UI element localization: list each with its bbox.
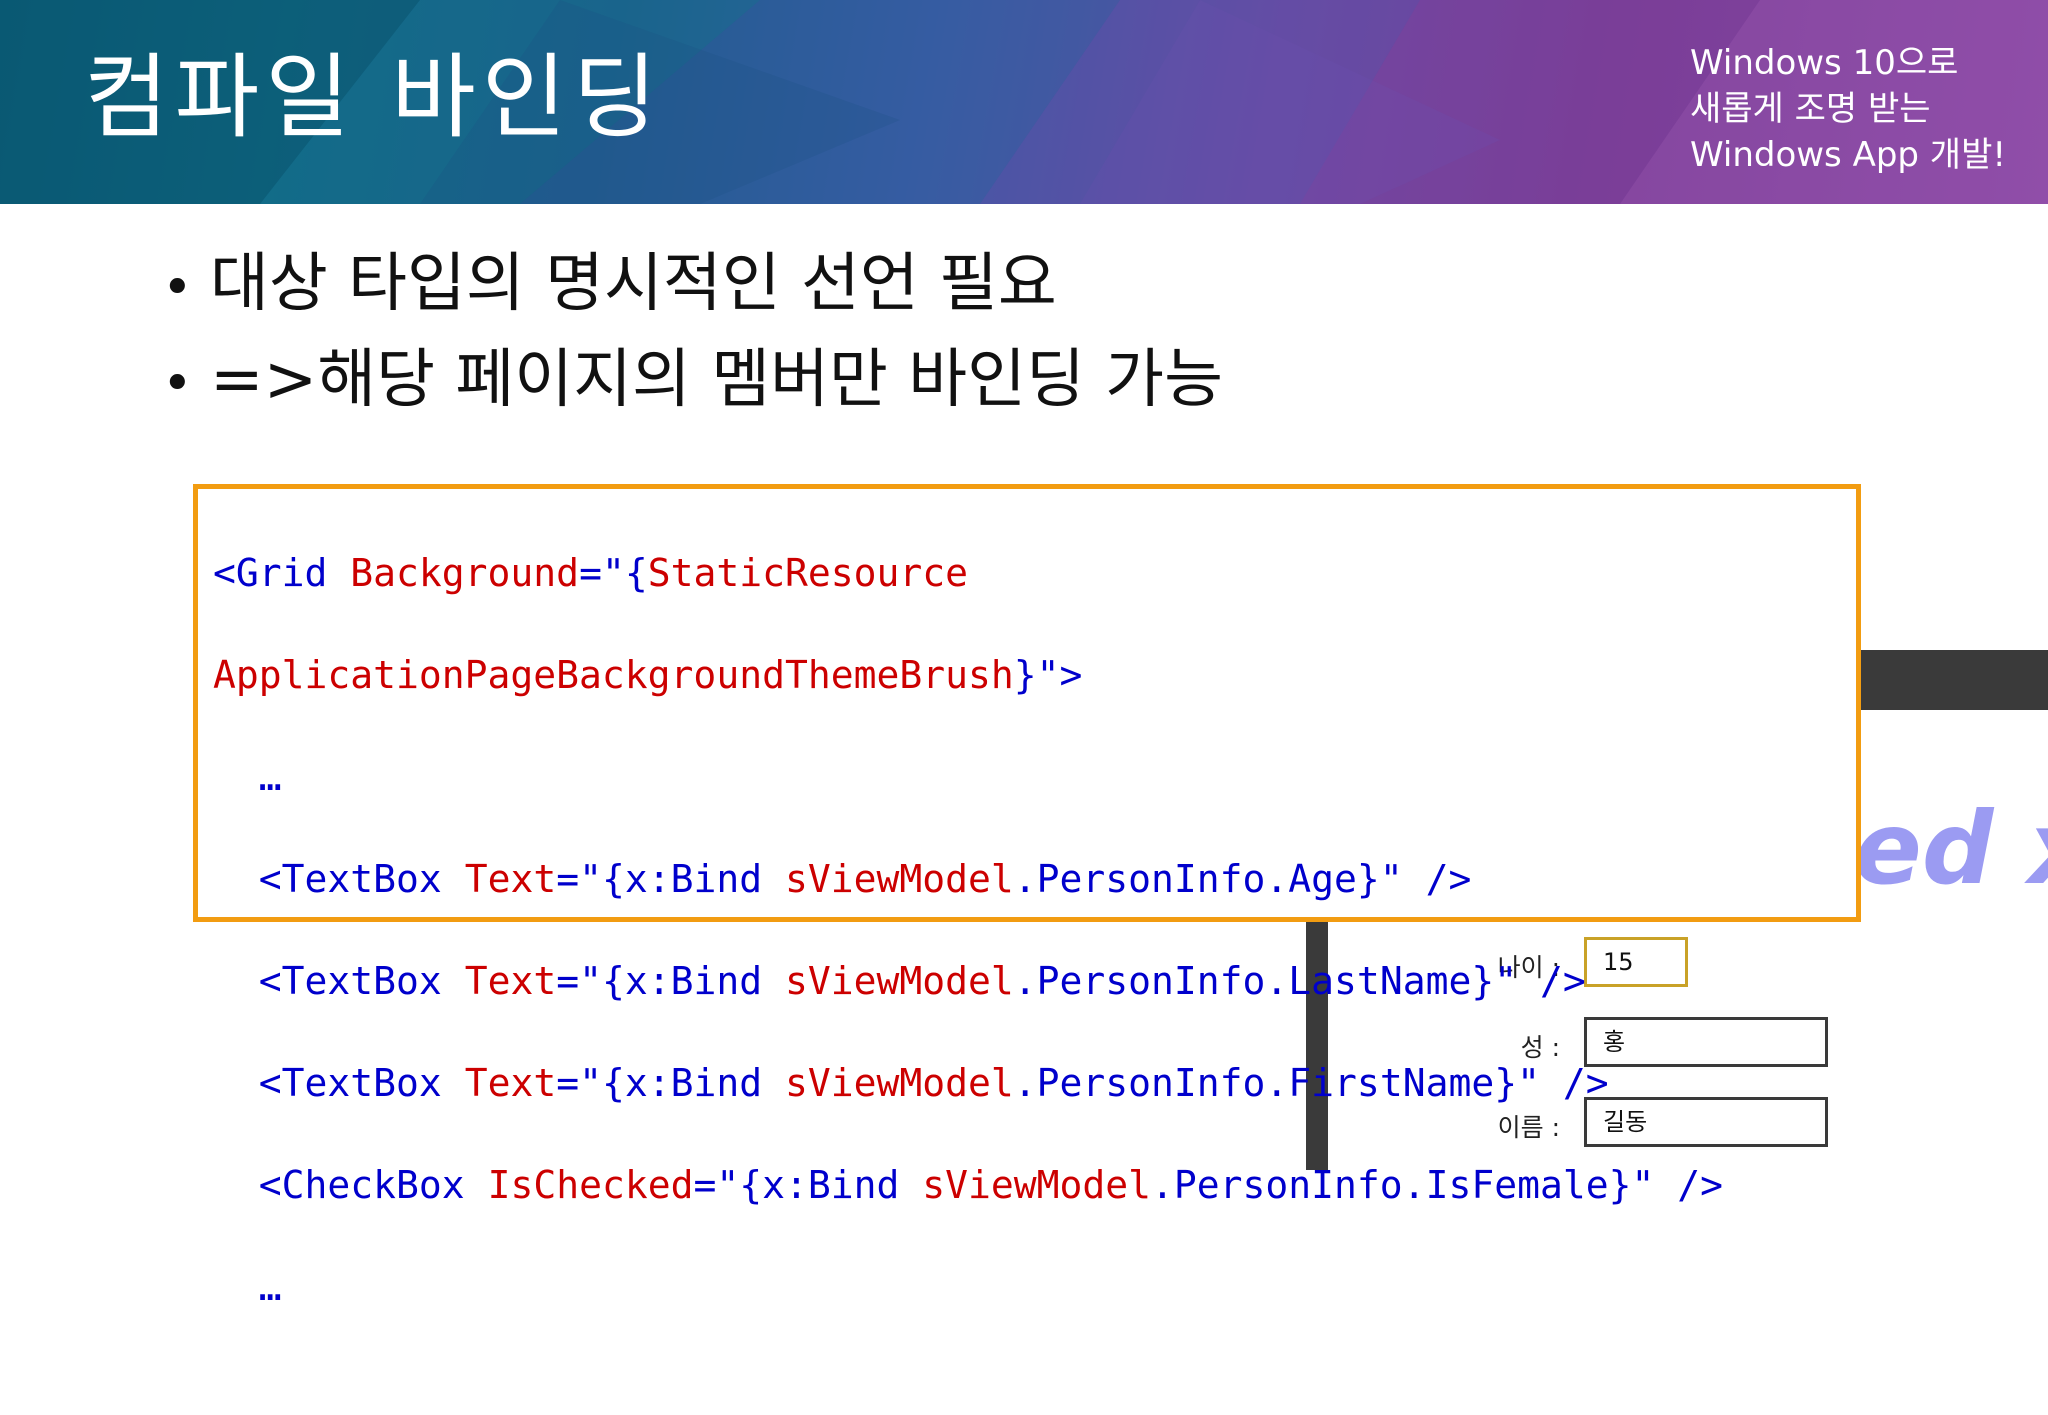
code-token: ="{x:Bind: [693, 1163, 923, 1207]
code-token: ="{x:Bind: [556, 1061, 785, 1105]
code-line: <Grid Background="{StaticResource: [213, 548, 1723, 599]
code-token: <TextBox: [258, 1061, 442, 1105]
code-line: ApplicationPageBackgroundThemeBrush}">: [213, 650, 1723, 701]
bullet-item: • =>해당 페이지의 멤버만 바인딩 가능: [162, 332, 1223, 428]
code-token: .PersonInfo.Age}" />: [1013, 857, 1472, 901]
code-token: ="{x:Bind: [556, 857, 785, 901]
code-token: Background: [350, 551, 580, 595]
code-ellipsis: …: [258, 1265, 282, 1309]
code-token: Text: [464, 857, 557, 901]
code-token: ="{x:Bind: [556, 959, 785, 1003]
code-token: Text: [464, 959, 557, 1003]
code-token: <TextBox: [258, 959, 442, 1003]
xaml-code: <Grid Background="{StaticResource Applic…: [213, 497, 1723, 1415]
code-token: }">: [1013, 653, 1083, 697]
code-line: …: [213, 752, 1723, 803]
app-watermark-text: ed x: [1854, 790, 2048, 907]
code-snippet-box: <Grid Background="{StaticResource Applic…: [193, 484, 1861, 1309]
bullet-list: • 대상 타입의 명시적인 선언 필요 • =>해당 페이지의 멤버만 바인딩 가능: [162, 236, 1223, 428]
code-line: <TextBox Text="{x:Bind sViewModel.Person…: [213, 1058, 1723, 1109]
code-line: …: [213, 1262, 1723, 1313]
code-token: StaticResource: [647, 551, 968, 595]
bullet-dot-icon: •: [162, 258, 193, 318]
code-line: <CheckBox IsChecked="{x:Bind sViewModel.…: [213, 1160, 1723, 1211]
page-title: 컴파일 바인딩: [84, 44, 664, 151]
bullet-text: 대상 타입의 명시적인 선언 필요: [210, 247, 1057, 321]
code-token: <TextBox: [258, 857, 442, 901]
header-tagline: Windows 10으로 새롭게 조명 받는 Windows App 개발!: [1690, 40, 2030, 178]
bullet-dot-icon: •: [162, 354, 193, 414]
code-token: sViewModel: [784, 1061, 1014, 1105]
code-token: .PersonInfo.IsFemale}" />: [1151, 1163, 1723, 1207]
code-token: sViewModel: [922, 1163, 1152, 1207]
tagline-line-3: Windows App 개발!: [1690, 135, 2006, 175]
code-line: <TextBox Text="{x:Bind sViewModel.Person…: [213, 956, 1723, 1007]
bullet-item: • 대상 타입의 명시적인 선언 필요: [162, 236, 1223, 332]
code-ellipsis: …: [258, 755, 282, 799]
code-token: .PersonInfo.FirstName}" />: [1013, 1061, 1609, 1105]
code-token: ApplicationPageBackgroundThemeBrush: [213, 653, 1014, 697]
tagline-line-1: Windows 10으로: [1690, 43, 1959, 83]
code-line: <TextBox Text="{x:Bind sViewModel.Person…: [213, 854, 1723, 905]
tagline-line-2: 새롭게 조명 받는: [1690, 89, 1931, 129]
code-token: sViewModel: [784, 959, 1014, 1003]
code-token: ="{: [579, 551, 648, 595]
code-token: IsChecked: [487, 1163, 694, 1207]
code-token: <CheckBox: [258, 1163, 465, 1207]
code-token: <Grid: [213, 551, 328, 595]
header-banner: 컴파일 바인딩 Windows 10으로 새롭게 조명 받는 Windows A…: [0, 0, 2048, 204]
bullet-text: =>해당 페이지의 멤버만 바인딩 가능: [210, 343, 1223, 417]
code-token: .PersonInfo.LastName}" />: [1013, 959, 1586, 1003]
code-token: Text: [464, 1061, 557, 1105]
code-token: sViewModel: [784, 857, 1014, 901]
